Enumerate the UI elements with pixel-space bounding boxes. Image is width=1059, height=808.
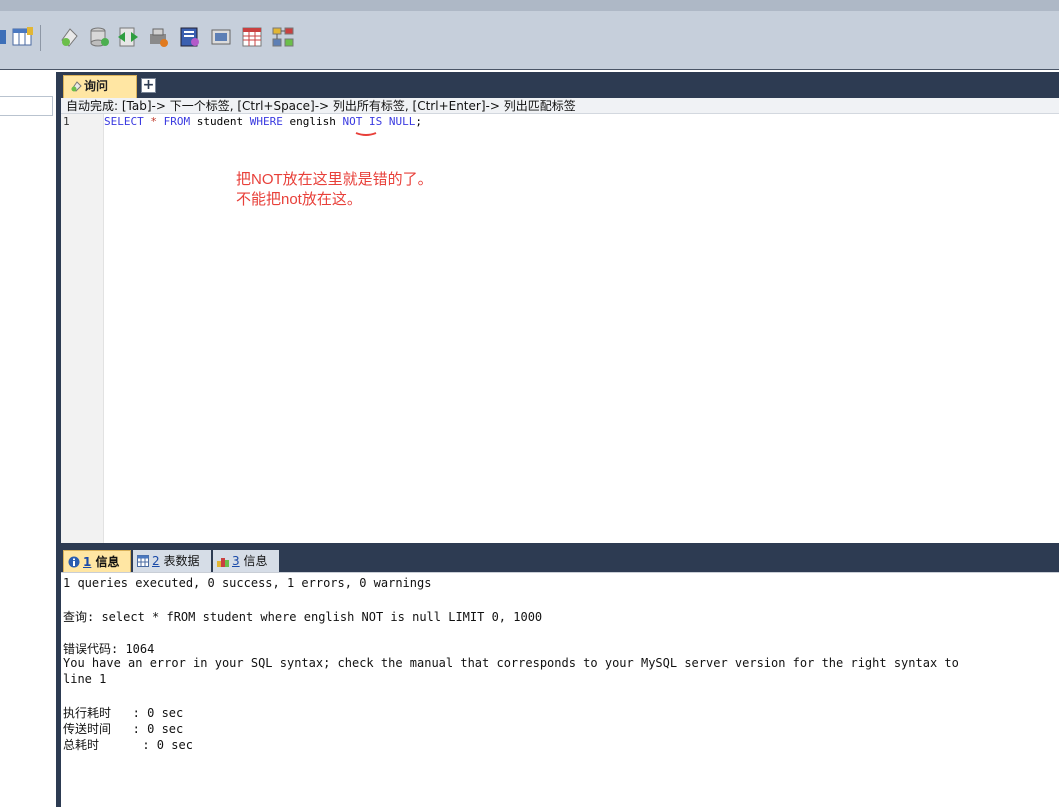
tab-table-data-number: 2 [152, 554, 160, 568]
schedule-icon[interactable] [241, 26, 263, 48]
sql-keyword-is: IS [368, 115, 383, 128]
tab-table-data[interactable]: 2 表数据 [133, 550, 211, 572]
add-tab-button[interactable]: + [141, 78, 156, 93]
autocomplete-hint: 自动完成: [Tab]-> 下一个标签, [Ctrl+Space]-> 列出所有… [61, 98, 1059, 114]
profile-info-icon [217, 552, 229, 567]
tab-info[interactable]: 3 信息 [213, 550, 279, 572]
result-messages-panel: 1 queries executed, 0 success, 1 errors,… [61, 572, 1059, 808]
new-query-icon[interactable] [58, 26, 80, 48]
table-icon[interactable] [0, 26, 6, 48]
query-tab-icon [70, 78, 82, 92]
error-code: 错误代码: 1064 [63, 642, 155, 656]
sql-column-name: english [289, 115, 336, 128]
error-underline-mark [355, 132, 377, 136]
tab-query-label: 询问 [84, 79, 109, 93]
schema-sync-icon[interactable] [117, 26, 139, 48]
table-data-icon [137, 552, 149, 567]
title-strip [0, 0, 1059, 11]
transfer-time: 传送时间 : 0 sec [63, 722, 184, 736]
annotation-note: 把NOT放在这里就是错的了。 不能把not放在这。 [236, 170, 433, 210]
sql-star: * [150, 115, 157, 128]
object-filter-input[interactable] [0, 96, 53, 116]
sql-keyword-where: WHERE [249, 115, 283, 128]
annotation-line-2: 不能把not放在这。 [236, 191, 362, 208]
code-line[interactable]: SELECT * FROM student WHERE english NOT … [104, 115, 422, 128]
sql-keyword-from: FROM [163, 115, 191, 128]
info-icon [68, 553, 80, 568]
sql-keyword-null: NULL [388, 115, 416, 128]
annotation-line-1: 把NOT放在这里就是错的了。 [236, 171, 433, 188]
tab-info-label: 信息 [243, 554, 268, 568]
total-time: 总耗时 : 0 sec [63, 738, 193, 752]
database-icon[interactable] [89, 26, 111, 48]
error-message: You have an error in your SQL syntax; ch… [63, 656, 959, 670]
toolbar-separator [40, 25, 41, 51]
editor-tab-bar: 询问 + [61, 72, 1059, 98]
executed-query: 查询: select * fROM student where english … [63, 610, 543, 624]
sql-keyword-select: SELECT [104, 115, 144, 128]
tab-table-data-label: 表数据 [163, 554, 200, 568]
sql-semicolon: ; [415, 115, 422, 128]
table-icon[interactable] [12, 26, 34, 48]
result-tab-bar: 1 信息 2 表数据 3 信息 [61, 548, 1059, 572]
error-message-continued: line 1 [63, 672, 107, 686]
tab-query[interactable]: 询问 [63, 75, 137, 98]
data-transfer-icon[interactable] [148, 26, 170, 48]
main-toolbar [0, 11, 1059, 70]
import-icon[interactable] [179, 26, 201, 48]
object-browser-panel [0, 72, 56, 807]
tab-messages-label: 信息 [95, 555, 120, 569]
tab-messages-number: 1 [83, 555, 92, 569]
execution-summary: 1 queries executed, 0 success, 1 errors,… [63, 576, 432, 590]
sql-keyword-not: NOT [342, 115, 363, 128]
backup-icon[interactable] [210, 26, 232, 48]
tab-messages[interactable]: 1 信息 [63, 550, 131, 572]
sql-table-name: student [196, 115, 244, 128]
line-number-gutter: 1 [61, 114, 104, 543]
line-number: 1 [63, 115, 70, 128]
schema-designer-icon[interactable] [272, 26, 294, 48]
execution-time: 执行耗时 : 0 sec [63, 706, 184, 720]
sql-editor[interactable]: 1 SELECT * FROM student WHERE english NO… [61, 114, 1059, 543]
tab-info-number: 3 [232, 554, 240, 568]
